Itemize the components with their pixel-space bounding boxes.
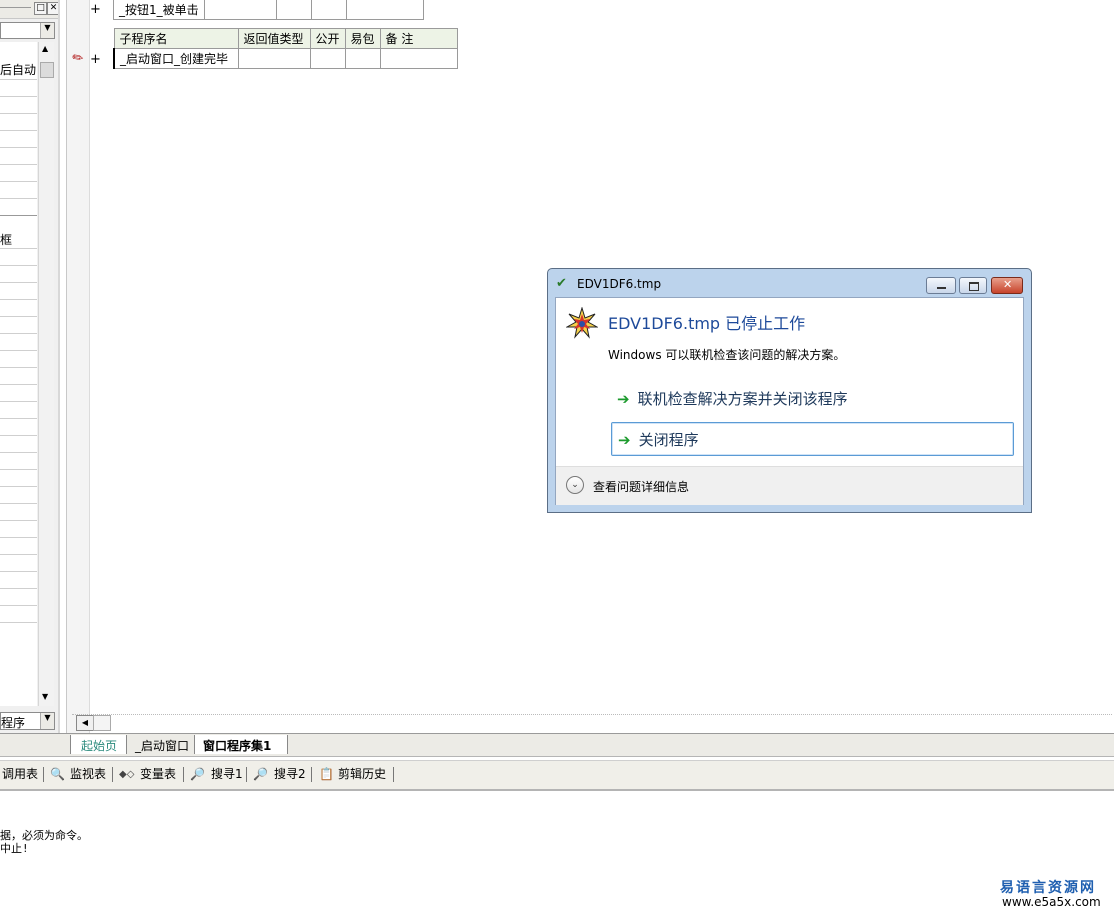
subroutine-name-cell[interactable]: _启动窗口_创建完毕 <box>113 48 239 69</box>
clip-history-button[interactable]: 剪辑历史 <box>338 766 386 783</box>
property-list[interactable]: 后自动 框 <box>0 42 37 706</box>
column-header: 公开 <box>309 28 346 49</box>
table-row: _按钮1_被单击 <box>113 0 424 20</box>
column-header: 易包 <box>344 28 381 49</box>
tab-startup-window[interactable]: _启动窗口 <box>126 735 195 754</box>
scroll-down-icon[interactable]: ▼ <box>42 692 48 701</box>
scroll-thumb[interactable] <box>93 715 111 731</box>
panel-restore-button[interactable]: □ <box>34 2 47 15</box>
search-1-button[interactable]: 搜寻1 <box>211 766 243 783</box>
column-header: 备 注 <box>379 28 458 49</box>
error-dialog[interactable]: ✔ EDV1DF6.tmp ✕ EDV1DF6.tmp 已停止工作 Window… <box>547 268 1032 513</box>
editor-horizontal-scrollbar[interactable]: ◀ <box>72 713 1114 731</box>
tab-start-page[interactable]: 起始页 <box>70 735 127 754</box>
public-cell[interactable] <box>309 48 346 69</box>
watermark-title: 易语言资源网 <box>1000 880 1096 896</box>
note-cell[interactable] <box>379 48 458 69</box>
easy-pkg-cell[interactable] <box>311 0 347 20</box>
return-type-cell[interactable] <box>204 0 277 20</box>
check-online-label: 联机检查解决方案并关闭该程序 <box>637 390 848 408</box>
panel-splitter[interactable] <box>58 0 60 735</box>
scroll-up-icon[interactable]: ▲ <box>42 44 48 53</box>
column-header: 返回值类型 <box>237 28 311 49</box>
property-value-text: 后自动 <box>0 63 37 77</box>
close-program-option[interactable]: ➔ 关闭程序 <box>611 422 1014 456</box>
scroll-track <box>72 714 1112 716</box>
dialog-message: Windows 可以联机检查该问题的解决方案。 <box>608 348 846 362</box>
subroutine-table-2: 子程序名 返回值类型 公开 易包 备 注 _启动窗口_创建完毕 <box>113 28 458 69</box>
call-stack-button[interactable]: 调用表 <box>2 766 38 783</box>
public-cell[interactable] <box>276 0 312 20</box>
subroutine-table-1: _按钮1_被单击 <box>113 0 424 20</box>
property-scrollbar[interactable]: ▲ ▼ <box>38 42 54 706</box>
close-button[interactable]: ✕ <box>991 277 1023 294</box>
dialog-body: EDV1DF6.tmp 已停止工作 Windows 可以联机检查该问题的解决方案… <box>555 297 1024 505</box>
tab-window-assembly[interactable]: 窗口程序集1 <box>194 735 288 754</box>
object-selector-combo[interactable]: ▼ <box>0 22 55 39</box>
debug-toolbar: 调用表 🔍 监视表 ◆◇ 变量表 🔎 搜寻1 🔎 搜寻2 📋 剪辑历史 <box>0 760 1114 791</box>
green-arrow-icon: ➔ <box>617 390 630 408</box>
easy-pkg-cell[interactable] <box>344 48 381 69</box>
close-icon: ✕ <box>1003 278 1013 291</box>
crash-icon <box>566 307 598 339</box>
table-header-row: 子程序名 返回值类型 公开 易包 备 注 <box>113 28 458 49</box>
green-arrow-icon: ➔ <box>618 431 631 449</box>
maximize-icon <box>969 282 979 291</box>
dialog-footer: ⌄ 查看问题详细信息 <box>556 466 1023 505</box>
maximize-button[interactable] <box>959 277 987 294</box>
tab-label: 窗口程序集1 <box>203 739 272 753</box>
panel-grip <box>0 7 31 8</box>
return-type-cell[interactable] <box>237 48 311 69</box>
variable-table-button[interactable]: 变量表 <box>140 766 176 783</box>
dialog-heading: EDV1DF6.tmp 已停止工作 <box>608 314 806 333</box>
tab-label: 起始页 <box>81 739 118 753</box>
minimize-icon <box>937 287 946 289</box>
property-panel: □ ✕ ▼ … 后自动 框 <box>0 0 60 735</box>
output-pane[interactable]: 据，必须为命令。 中止! 易语言资源网 www.e5a5x.com <box>0 791 1114 915</box>
expand-plus-icon[interactable]: + <box>90 52 101 67</box>
scroll-left-icon[interactable]: ◀ <box>76 715 94 731</box>
search-icon: 🔍 <box>50 767 65 781</box>
chevron-down-icon[interactable]: ▼ <box>40 23 54 38</box>
watch-table-button[interactable]: 监视表 <box>70 766 106 783</box>
find-icon: 🔎 <box>190 767 205 781</box>
editor-gutter <box>66 0 90 733</box>
note-cell[interactable] <box>346 0 424 20</box>
minimize-button[interactable] <box>926 277 956 294</box>
scroll-thumb[interactable] <box>40 62 54 78</box>
program-combo-value: 程序 <box>1 716 26 730</box>
dialog-title: EDV1DF6.tmp <box>577 277 662 291</box>
table-row: _启动窗口_创建完毕 <box>113 48 458 69</box>
close-program-label: 关闭程序 <box>638 431 699 449</box>
view-details-link[interactable]: 查看问题详细信息 <box>593 478 689 495</box>
app-icon: ✔ <box>556 276 567 291</box>
program-combo[interactable]: 程序 ▼ <box>0 712 55 730</box>
property-value-text: 框 <box>0 233 13 247</box>
check-online-option[interactable]: ➔ 联机检查解决方案并关闭该程序 <box>611 382 1014 416</box>
column-header: 子程序名 <box>113 28 239 49</box>
expand-plus-icon[interactable]: + <box>90 2 101 17</box>
tab-label: _启动窗口 <box>135 739 190 753</box>
document-tabs-bar: 起始页 _启动窗口 窗口程序集1 <box>0 733 1114 757</box>
output-line: 中止! <box>0 842 29 855</box>
watermark-url: www.e5a5x.com <box>1002 895 1101 909</box>
search-2-button[interactable]: 搜寻2 <box>274 766 306 783</box>
chevron-down-icon[interactable]: ⌄ <box>566 476 584 494</box>
variables-icon: ◆◇ <box>119 769 135 780</box>
clipboard-icon: 📋 <box>319 767 334 781</box>
find-icon: 🔎 <box>253 767 268 781</box>
subroutine-name-cell[interactable]: _按钮1_被单击 <box>113 0 205 20</box>
chevron-down-icon[interactable]: ▼ <box>40 713 54 729</box>
